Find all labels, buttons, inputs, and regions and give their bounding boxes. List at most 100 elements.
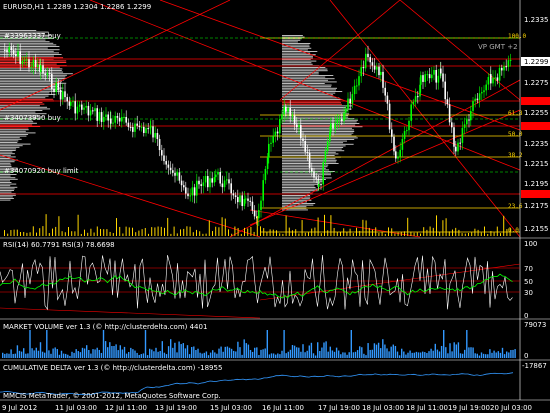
vp-bar bbox=[0, 110, 43, 111]
volume-bar bbox=[207, 355, 210, 358]
vp-bar bbox=[282, 62, 312, 64]
tick-volume-bar bbox=[468, 232, 469, 236]
candle-body bbox=[185, 187, 187, 194]
vp-bar bbox=[0, 50, 54, 52]
tick-volume-bar bbox=[116, 218, 117, 236]
candle-body bbox=[431, 74, 433, 79]
candle-body bbox=[386, 95, 389, 104]
vp-bar bbox=[282, 164, 329, 166]
tick-volume-bar bbox=[103, 229, 105, 236]
order-label-3[interactable]: #34070920 buy limit bbox=[4, 167, 79, 175]
candle-body bbox=[296, 124, 298, 128]
volume-bar bbox=[197, 348, 199, 358]
tick-volume-bar bbox=[87, 232, 89, 236]
volume-bar bbox=[499, 352, 502, 358]
volume-bar bbox=[495, 352, 497, 358]
candle-body bbox=[209, 178, 211, 188]
volume-bar bbox=[10, 349, 12, 358]
vp-bar bbox=[282, 110, 349, 112]
candle-body bbox=[338, 118, 341, 120]
vp-bar bbox=[282, 105, 352, 107]
candle-body bbox=[134, 123, 136, 132]
tick-volume-bar bbox=[144, 227, 146, 236]
candle-body bbox=[478, 93, 481, 100]
tick-volume-bar bbox=[394, 233, 396, 236]
volume-bar bbox=[256, 347, 258, 358]
candle-body bbox=[490, 74, 492, 84]
vp-bar bbox=[0, 137, 20, 139]
volume-bar bbox=[35, 347, 37, 358]
candle-body bbox=[138, 125, 141, 128]
vp-bar bbox=[0, 41, 50, 43]
candle-body bbox=[318, 184, 320, 187]
volume-bar bbox=[144, 330, 147, 358]
candle-body bbox=[81, 104, 83, 110]
volume-bar bbox=[132, 349, 134, 358]
candle-body bbox=[232, 193, 235, 196]
time-label: 15 Jul 03:00 bbox=[210, 404, 252, 412]
candle-body bbox=[64, 91, 66, 98]
vp-bar bbox=[282, 179, 326, 180]
price-panel[interactable] bbox=[0, 0, 520, 237]
vp-bar bbox=[0, 105, 40, 107]
vp-bar bbox=[0, 183, 17, 185]
vp-bar bbox=[282, 68, 328, 70]
cumulative-delta-panel[interactable]: CUMULATIVE DELTA ver 1.3 (© http://clust… bbox=[0, 362, 547, 396]
tick-volume-bar bbox=[288, 227, 290, 236]
rsi-panel[interactable]: RSI(14) 60.7791 RSI(3) 78.6698 100 70 50… bbox=[0, 240, 537, 320]
volume-bar bbox=[363, 353, 365, 358]
vp-bar bbox=[0, 98, 54, 100]
candle-body bbox=[125, 116, 127, 123]
candle-body bbox=[351, 94, 354, 104]
candle-body bbox=[509, 59, 512, 61]
tick-volume-bar bbox=[122, 233, 124, 236]
volume-bar bbox=[314, 355, 317, 358]
candle-body bbox=[156, 133, 159, 140]
vp-bar bbox=[0, 42, 54, 44]
vp-bar bbox=[0, 103, 45, 105]
tick-volume-bar bbox=[55, 226, 57, 236]
candle-body bbox=[17, 51, 19, 57]
candle-body bbox=[167, 164, 170, 168]
volume-bar bbox=[289, 349, 292, 358]
vp-bar bbox=[0, 97, 46, 99]
volume-bar bbox=[455, 344, 457, 358]
candle-body bbox=[326, 141, 329, 151]
tick-volume-bar bbox=[413, 232, 415, 236]
volume-bar bbox=[317, 342, 319, 358]
candle-body bbox=[393, 136, 395, 152]
candle-body bbox=[154, 133, 156, 138]
tick-volume-bar bbox=[96, 226, 98, 236]
chart-window[interactable]: EURUSD,H1 1.2289 1.2304 1.2286 1.2299 #3… bbox=[0, 0, 550, 413]
candle-body bbox=[245, 198, 247, 200]
symbol-title: EURUSD,H1 1.2289 1.2304 1.2286 1.2299 bbox=[3, 3, 151, 11]
vp-bar bbox=[0, 89, 60, 91]
candle-body bbox=[442, 73, 444, 82]
tick-volume-bar bbox=[224, 218, 226, 236]
candle-body bbox=[268, 143, 270, 158]
vp-bar bbox=[282, 41, 298, 43]
volume-bar bbox=[491, 352, 493, 358]
volume-panel[interactable]: MARKET VOLUME ver 1.3 (© http://clusterd… bbox=[2, 321, 546, 360]
tick-volume-bar bbox=[244, 227, 245, 236]
volume-bar bbox=[33, 350, 35, 358]
volume-bar bbox=[296, 347, 298, 358]
volume-bar bbox=[254, 347, 256, 358]
candle-body bbox=[226, 179, 228, 181]
tick-volume-bar bbox=[493, 232, 495, 236]
candle-body bbox=[59, 89, 62, 100]
vp-bar bbox=[0, 66, 60, 68]
vp-bar bbox=[282, 76, 326, 78]
order-label-2[interactable]: #34073950 buy bbox=[4, 114, 61, 122]
candle-body bbox=[461, 127, 464, 143]
candle-body bbox=[57, 82, 60, 90]
candle-body bbox=[446, 99, 449, 105]
volume-bar bbox=[428, 351, 430, 358]
order-label-1[interactable]: #33963337 buy bbox=[4, 32, 61, 40]
vp-bar bbox=[282, 183, 320, 185]
candle-body bbox=[313, 171, 315, 178]
fib-label-50: 50.0 bbox=[508, 131, 523, 138]
volume-bar bbox=[199, 352, 201, 358]
candle-body bbox=[272, 135, 274, 143]
tick-volume-bar bbox=[445, 218, 447, 236]
